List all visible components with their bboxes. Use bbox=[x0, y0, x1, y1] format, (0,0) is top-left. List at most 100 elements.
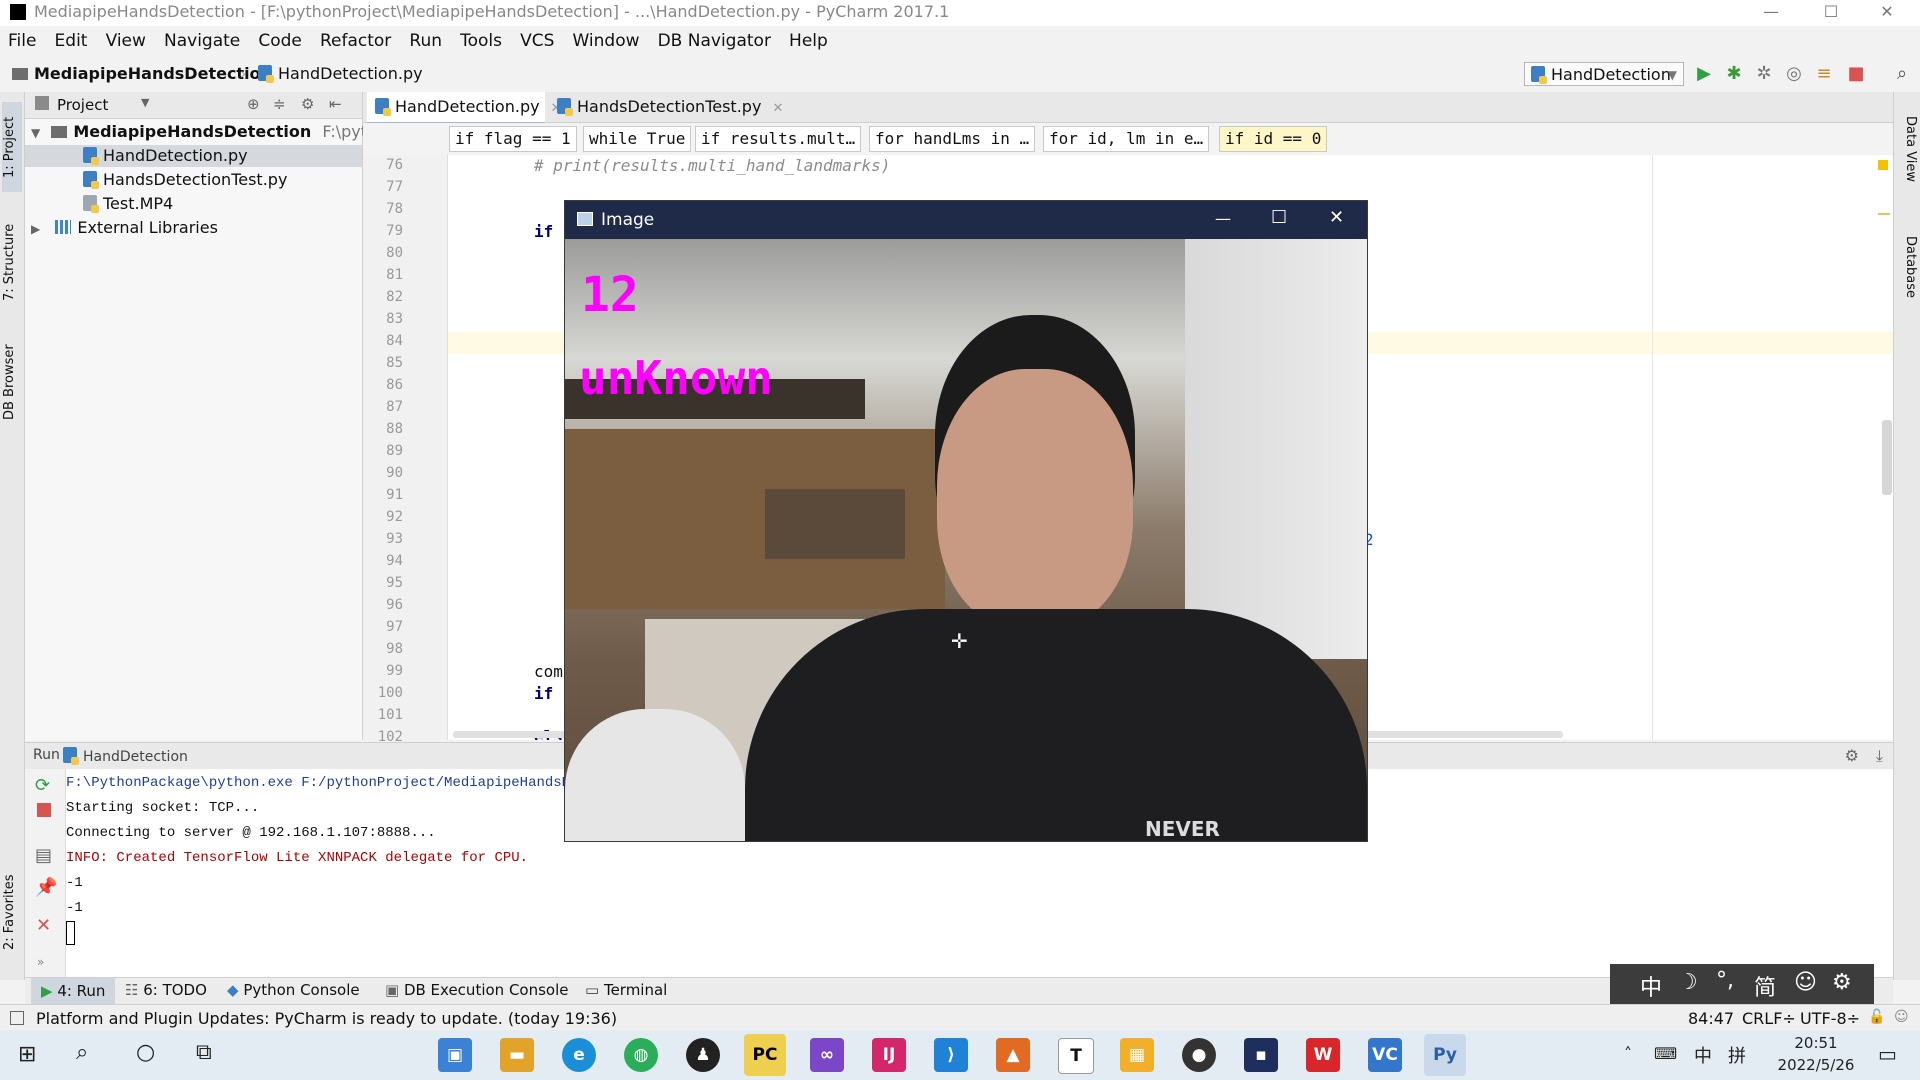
profile-icon[interactable]: ◎ bbox=[1784, 64, 1804, 84]
input-language[interactable]: 中 bbox=[1694, 1042, 1712, 1068]
code-crumb[interactable]: if id == 0 bbox=[1219, 126, 1328, 152]
run-icon[interactable]: ▶ bbox=[1694, 64, 1714, 84]
gear-icon[interactable]: ⚙ bbox=[301, 95, 314, 113]
pin-icon[interactable]: 📌 bbox=[35, 877, 57, 898]
run-tab[interactable]: HandDetection bbox=[63, 747, 188, 765]
ime-simplified[interactable]: 简 bbox=[1754, 970, 1776, 1002]
tab-db-browser[interactable]: DB Browser bbox=[2, 332, 22, 432]
search-icon[interactable]: ⌕ bbox=[1892, 64, 1912, 84]
status-panel-icon[interactable] bbox=[10, 1011, 24, 1025]
visual-studio-icon[interactable]: ∞ bbox=[810, 1038, 844, 1072]
chevron-up-icon[interactable]: ˄ bbox=[1624, 1044, 1632, 1063]
cursor-position[interactable]: 84:47 bbox=[1688, 1009, 1734, 1028]
wechat-icon[interactable]: ◍ bbox=[624, 1038, 658, 1072]
ime-chinese[interactable]: 中 bbox=[1640, 970, 1662, 1002]
inspector-icon[interactable]: ☺ bbox=[1894, 1009, 1909, 1025]
rerun-icon[interactable]: ⟳ bbox=[35, 775, 50, 796]
tree-item-handdetection[interactable]: HandDetection.py bbox=[83, 146, 248, 165]
cortana-icon[interactable]: ○ bbox=[136, 1040, 155, 1065]
vc-icon[interactable]: VC bbox=[1368, 1038, 1402, 1072]
qq-icon[interactable]: ♟ bbox=[686, 1038, 720, 1072]
ime-emoji-icon[interactable]: ☺ bbox=[1794, 970, 1817, 995]
recorder-icon[interactable]: ● bbox=[1182, 1038, 1216, 1072]
close-icon[interactable]: ✕ bbox=[1329, 207, 1344, 228]
tab-handsdetectiontest[interactable]: HandsDetectionTest.py ✕ bbox=[549, 92, 791, 122]
code-crumb[interactable]: for handLms in … bbox=[869, 126, 1036, 152]
tree-root[interactable]: ▼ MediapipeHandsDetection F:\python bbox=[31, 122, 397, 141]
menu-run[interactable]: Run bbox=[409, 26, 442, 56]
app-icon[interactable]: ▪ bbox=[1244, 1038, 1278, 1072]
stop-icon[interactable] bbox=[37, 803, 51, 817]
wps-icon[interactable]: W bbox=[1306, 1038, 1340, 1072]
coverage-icon[interactable]: ✲ bbox=[1754, 64, 1774, 84]
project-view-selector[interactable]: Project bbox=[57, 96, 108, 114]
editor-scrollbar[interactable] bbox=[1882, 420, 1892, 495]
minimize-icon[interactable]: — bbox=[1215, 209, 1231, 228]
keyboard-icon[interactable]: ⌨ bbox=[1654, 1044, 1677, 1063]
debug-icon[interactable]: ✱ bbox=[1724, 64, 1744, 84]
layout-icon[interactable]: ▤ bbox=[35, 845, 52, 866]
pycharm-app-icon[interactable]: PC bbox=[744, 1034, 786, 1076]
menu-file[interactable]: File bbox=[8, 26, 36, 56]
windows-start-icon[interactable]: ⊞ bbox=[18, 1042, 36, 1067]
tab-database[interactable]: Database bbox=[1898, 222, 1918, 312]
line-separator[interactable]: CRLF÷ bbox=[1742, 1009, 1796, 1028]
code-crumb[interactable]: if results.mult… bbox=[695, 126, 862, 152]
typora-icon[interactable]: T bbox=[1058, 1038, 1094, 1074]
file-encoding[interactable]: UTF-8÷ bbox=[1800, 1009, 1860, 1028]
menu-navigate[interactable]: Navigate bbox=[164, 26, 240, 56]
file-explorer-icon[interactable]: ▬ bbox=[500, 1038, 534, 1072]
tool-tab-terminal[interactable]: ▭ Terminal bbox=[585, 981, 667, 999]
more-icon[interactable]: » bbox=[37, 955, 44, 969]
menu-code[interactable]: Code bbox=[258, 26, 302, 56]
edge-icon[interactable]: e bbox=[562, 1038, 596, 1072]
python-app-icon[interactable]: Py bbox=[1424, 1034, 1466, 1076]
tab-data-view[interactable]: Data View bbox=[1898, 104, 1918, 194]
store-icon[interactable]: ▣ bbox=[438, 1038, 472, 1072]
status-message[interactable]: Platform and Plugin Updates: PyCharm is … bbox=[36, 1009, 617, 1028]
menu-db-navigator[interactable]: DB Navigator bbox=[658, 26, 771, 56]
gear-icon[interactable]: ⚙ bbox=[1845, 746, 1859, 765]
menu-window[interactable]: Window bbox=[572, 26, 639, 56]
tree-external-libraries[interactable]: ▶ External Libraries bbox=[31, 218, 218, 237]
tool-tab-run[interactable]: ▶ 4: Run bbox=[31, 978, 116, 1005]
maximize-icon[interactable]: ☐ bbox=[1271, 207, 1287, 228]
menu-tools[interactable]: Tools bbox=[460, 26, 502, 56]
close-icon[interactable]: ✕ bbox=[773, 101, 784, 116]
menu-refactor[interactable]: Refactor bbox=[320, 26, 391, 56]
code-crumb[interactable]: while True bbox=[583, 126, 692, 152]
lock-icon[interactable]: 🔓 bbox=[1868, 1009, 1885, 1025]
minimize-button[interactable]: — bbox=[1748, 0, 1794, 26]
ime-mode-icon[interactable]: 拼 bbox=[1728, 1042, 1746, 1068]
build-icon[interactable]: ≡ bbox=[1814, 64, 1834, 84]
tree-item-handsdetectiontest[interactable]: HandsDetectionTest.py bbox=[83, 170, 287, 189]
breadcrumb-project[interactable]: MediapipeHandsDetection bbox=[12, 64, 272, 83]
hide-icon[interactable]: ⇤ bbox=[329, 95, 342, 113]
tab-structure[interactable]: 7: Structure bbox=[2, 212, 22, 312]
hide-panel-icon[interactable]: ⤓ bbox=[1876, 746, 1883, 766]
run-config-dropdown[interactable]: HandDetection ▼ bbox=[1524, 62, 1684, 86]
search-icon[interactable]: ⌕ bbox=[76, 1040, 88, 1065]
tab-handdetection[interactable]: HandDetection.py ✕ bbox=[367, 92, 562, 125]
office-icon[interactable]: ▦ bbox=[1120, 1038, 1154, 1072]
tab-project[interactable]: 1: Project bbox=[2, 102, 22, 192]
target-icon[interactable]: ⊕ bbox=[247, 95, 260, 113]
tool-tab-python-console[interactable]: ◆ Python Console bbox=[227, 981, 360, 999]
tree-item-test-mp4[interactable]: Test.MP4 bbox=[83, 194, 173, 213]
tab-favorites[interactable]: 2: Favorites bbox=[2, 862, 22, 962]
ime-settings-icon[interactable]: ⚙ bbox=[1832, 970, 1852, 995]
task-view-icon[interactable]: ⧉ bbox=[196, 1040, 212, 1065]
tool-tab-db-console[interactable]: ▣ DB Execution Console bbox=[385, 981, 568, 999]
close-icon[interactable]: ✕ bbox=[36, 915, 51, 936]
matlab-icon[interactable]: ▲ bbox=[996, 1038, 1030, 1072]
stop-icon[interactable]: ■ bbox=[1846, 64, 1866, 84]
ime-punct[interactable]: °, bbox=[1716, 968, 1734, 993]
clock-date[interactable]: 2022/5/26 bbox=[1766, 1056, 1866, 1074]
code-crumb[interactable]: for id, lm in e… bbox=[1043, 126, 1210, 152]
clock-time[interactable]: 20:51 bbox=[1776, 1034, 1856, 1052]
vscode-icon[interactable]: ⟩ bbox=[934, 1038, 968, 1072]
menu-edit[interactable]: Edit bbox=[55, 26, 88, 56]
menu-help[interactable]: Help bbox=[789, 26, 828, 56]
breadcrumb-file[interactable]: HandDetection.py bbox=[258, 64, 423, 83]
console-cursor[interactable] bbox=[66, 921, 75, 945]
